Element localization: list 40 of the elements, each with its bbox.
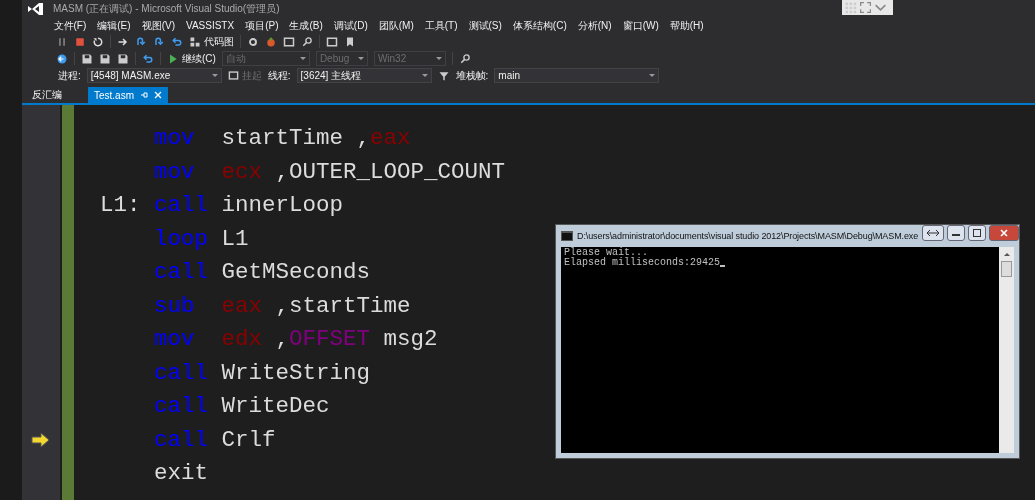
continue-button[interactable]: 继续(C) [167,51,216,66]
window-title: MASM (正在调试) - Microsoft Visual Studio(管理员) [53,2,280,16]
menu-item[interactable]: 项目(P) [239,18,284,33]
code-line: mov ecx ,OUTER_LOOP_COUNT [154,157,506,187]
menu-item[interactable]: 视图(V) [136,18,181,33]
menu-item[interactable]: 窗口(W) [617,18,665,33]
code-line: mov startTime ,eax [154,124,411,153]
menu-item[interactable]: 团队(M) [373,18,420,33]
menu-item[interactable]: 文件(F) [48,18,92,33]
code-line: sub eax ,startTime [154,291,411,321]
code-line: call GetMSeconds [154,258,371,287]
document-tab[interactable]: Test.asm [88,87,168,103]
process-label: 进程: [58,68,81,83]
code-line: loop L1 [154,224,249,254]
console-output: Elapsed milliseconds:29425 [564,258,721,268]
code-line: exit [154,459,209,488]
code-line: mov edx ,OFFSET msg2 [154,325,438,354]
menu-item[interactable]: VASSISTX [180,20,240,31]
menu-item[interactable]: 体系结构(C) [507,18,573,33]
stack-frame-dropdown[interactable]: main [494,68,660,83]
stack-frame-label: 堆栈帧: [455,68,489,83]
console-title: D:\users\administrator\documents\visual studio 2012\Projects\MASM\Debug\MASM.exe [577,231,919,241]
code-line: call Crlf [154,425,276,455]
thread-dropdown[interactable]: [3624] 主线程 [296,68,432,83]
code-label: L1: [100,192,141,218]
menu-item[interactable]: 工具(T) [419,18,463,33]
console-output: Please wait... [564,248,648,258]
document-tab[interactable]: 反汇编 [26,87,68,103]
code-map-button[interactable]: 代码图 [189,34,234,49]
code-line: call innerLoop [154,191,344,220]
thread-label: 线程: [267,68,291,83]
menu-item[interactable]: 分析(N) [572,18,618,33]
code-line: call WriteDec [154,392,330,421]
process-dropdown[interactable]: [4548] MASM.exe [86,68,222,83]
menu-item[interactable]: 调试(D) [328,18,374,33]
menu-item[interactable]: 生成(B) [284,18,329,33]
menu-item[interactable]: 编辑(E) [91,18,137,33]
menu-item[interactable]: 帮助(H) [664,18,710,33]
menu-item[interactable]: 测试(S) [463,18,508,33]
code-line: call WriteString [154,358,371,388]
